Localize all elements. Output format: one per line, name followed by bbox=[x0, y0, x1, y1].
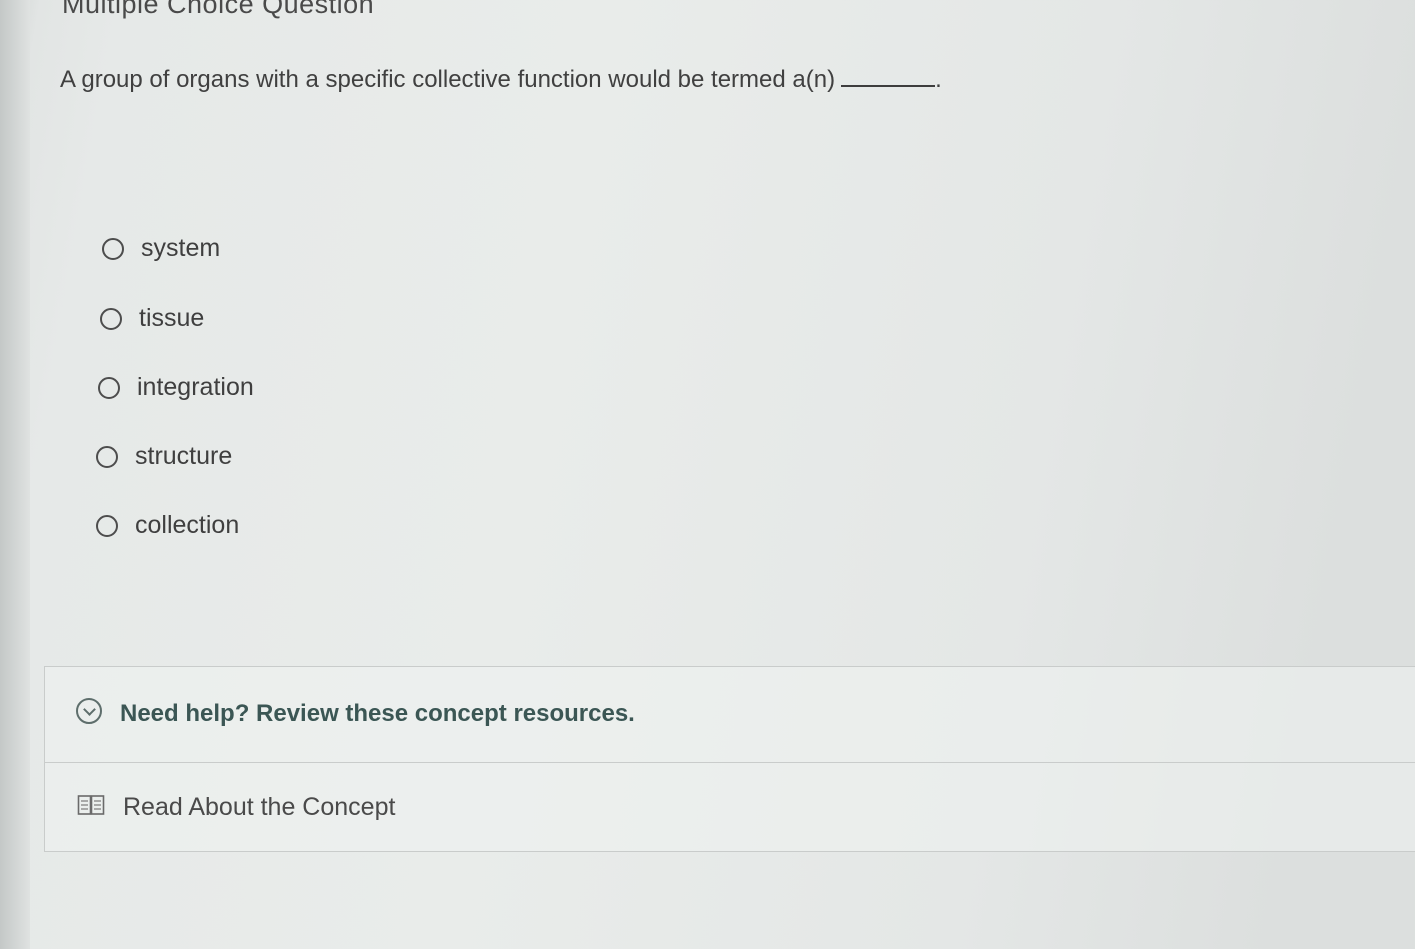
option-integration[interactable]: integration bbox=[98, 373, 254, 402]
radio-button[interactable] bbox=[96, 445, 118, 468]
option-label: tissue bbox=[139, 304, 205, 332]
option-system[interactable]: system bbox=[102, 234, 220, 263]
radio-button[interactable] bbox=[96, 514, 118, 537]
option-label: system bbox=[141, 234, 221, 262]
window-left-edge bbox=[0, 0, 30, 949]
help-toggle-label[interactable]: Need help? Review these concept resource… bbox=[120, 700, 635, 728]
option-label: collection bbox=[135, 511, 240, 539]
option-structure[interactable]: structure bbox=[96, 442, 232, 471]
chevron-down-icon[interactable] bbox=[76, 698, 102, 724]
radio-button[interactable] bbox=[98, 376, 120, 399]
question-type-header: Multiple Choice Question bbox=[62, 0, 375, 19]
radio-button[interactable] bbox=[100, 307, 122, 330]
question-suffix: . bbox=[935, 66, 942, 93]
answer-blank bbox=[841, 69, 936, 87]
concept-resources-panel: Need help? Review these concept resource… bbox=[44, 666, 1415, 852]
option-tissue[interactable]: tissue bbox=[100, 304, 204, 333]
help-toggle[interactable]: Need help? Review these concept resource… bbox=[45, 667, 1415, 763]
option-label: integration bbox=[137, 373, 254, 401]
radio-button[interactable] bbox=[102, 237, 124, 260]
question-prompt: A group of organs with a specific collec… bbox=[60, 66, 942, 94]
option-label: structure bbox=[135, 442, 233, 470]
resource-label[interactable]: Read About the Concept bbox=[123, 793, 395, 822]
book-icon bbox=[77, 795, 105, 815]
option-collection[interactable]: collection bbox=[96, 511, 239, 540]
question-text: A group of organs with a specific collec… bbox=[60, 66, 836, 93]
read-about-concept-link[interactable]: Read About the Concept bbox=[45, 763, 1415, 851]
